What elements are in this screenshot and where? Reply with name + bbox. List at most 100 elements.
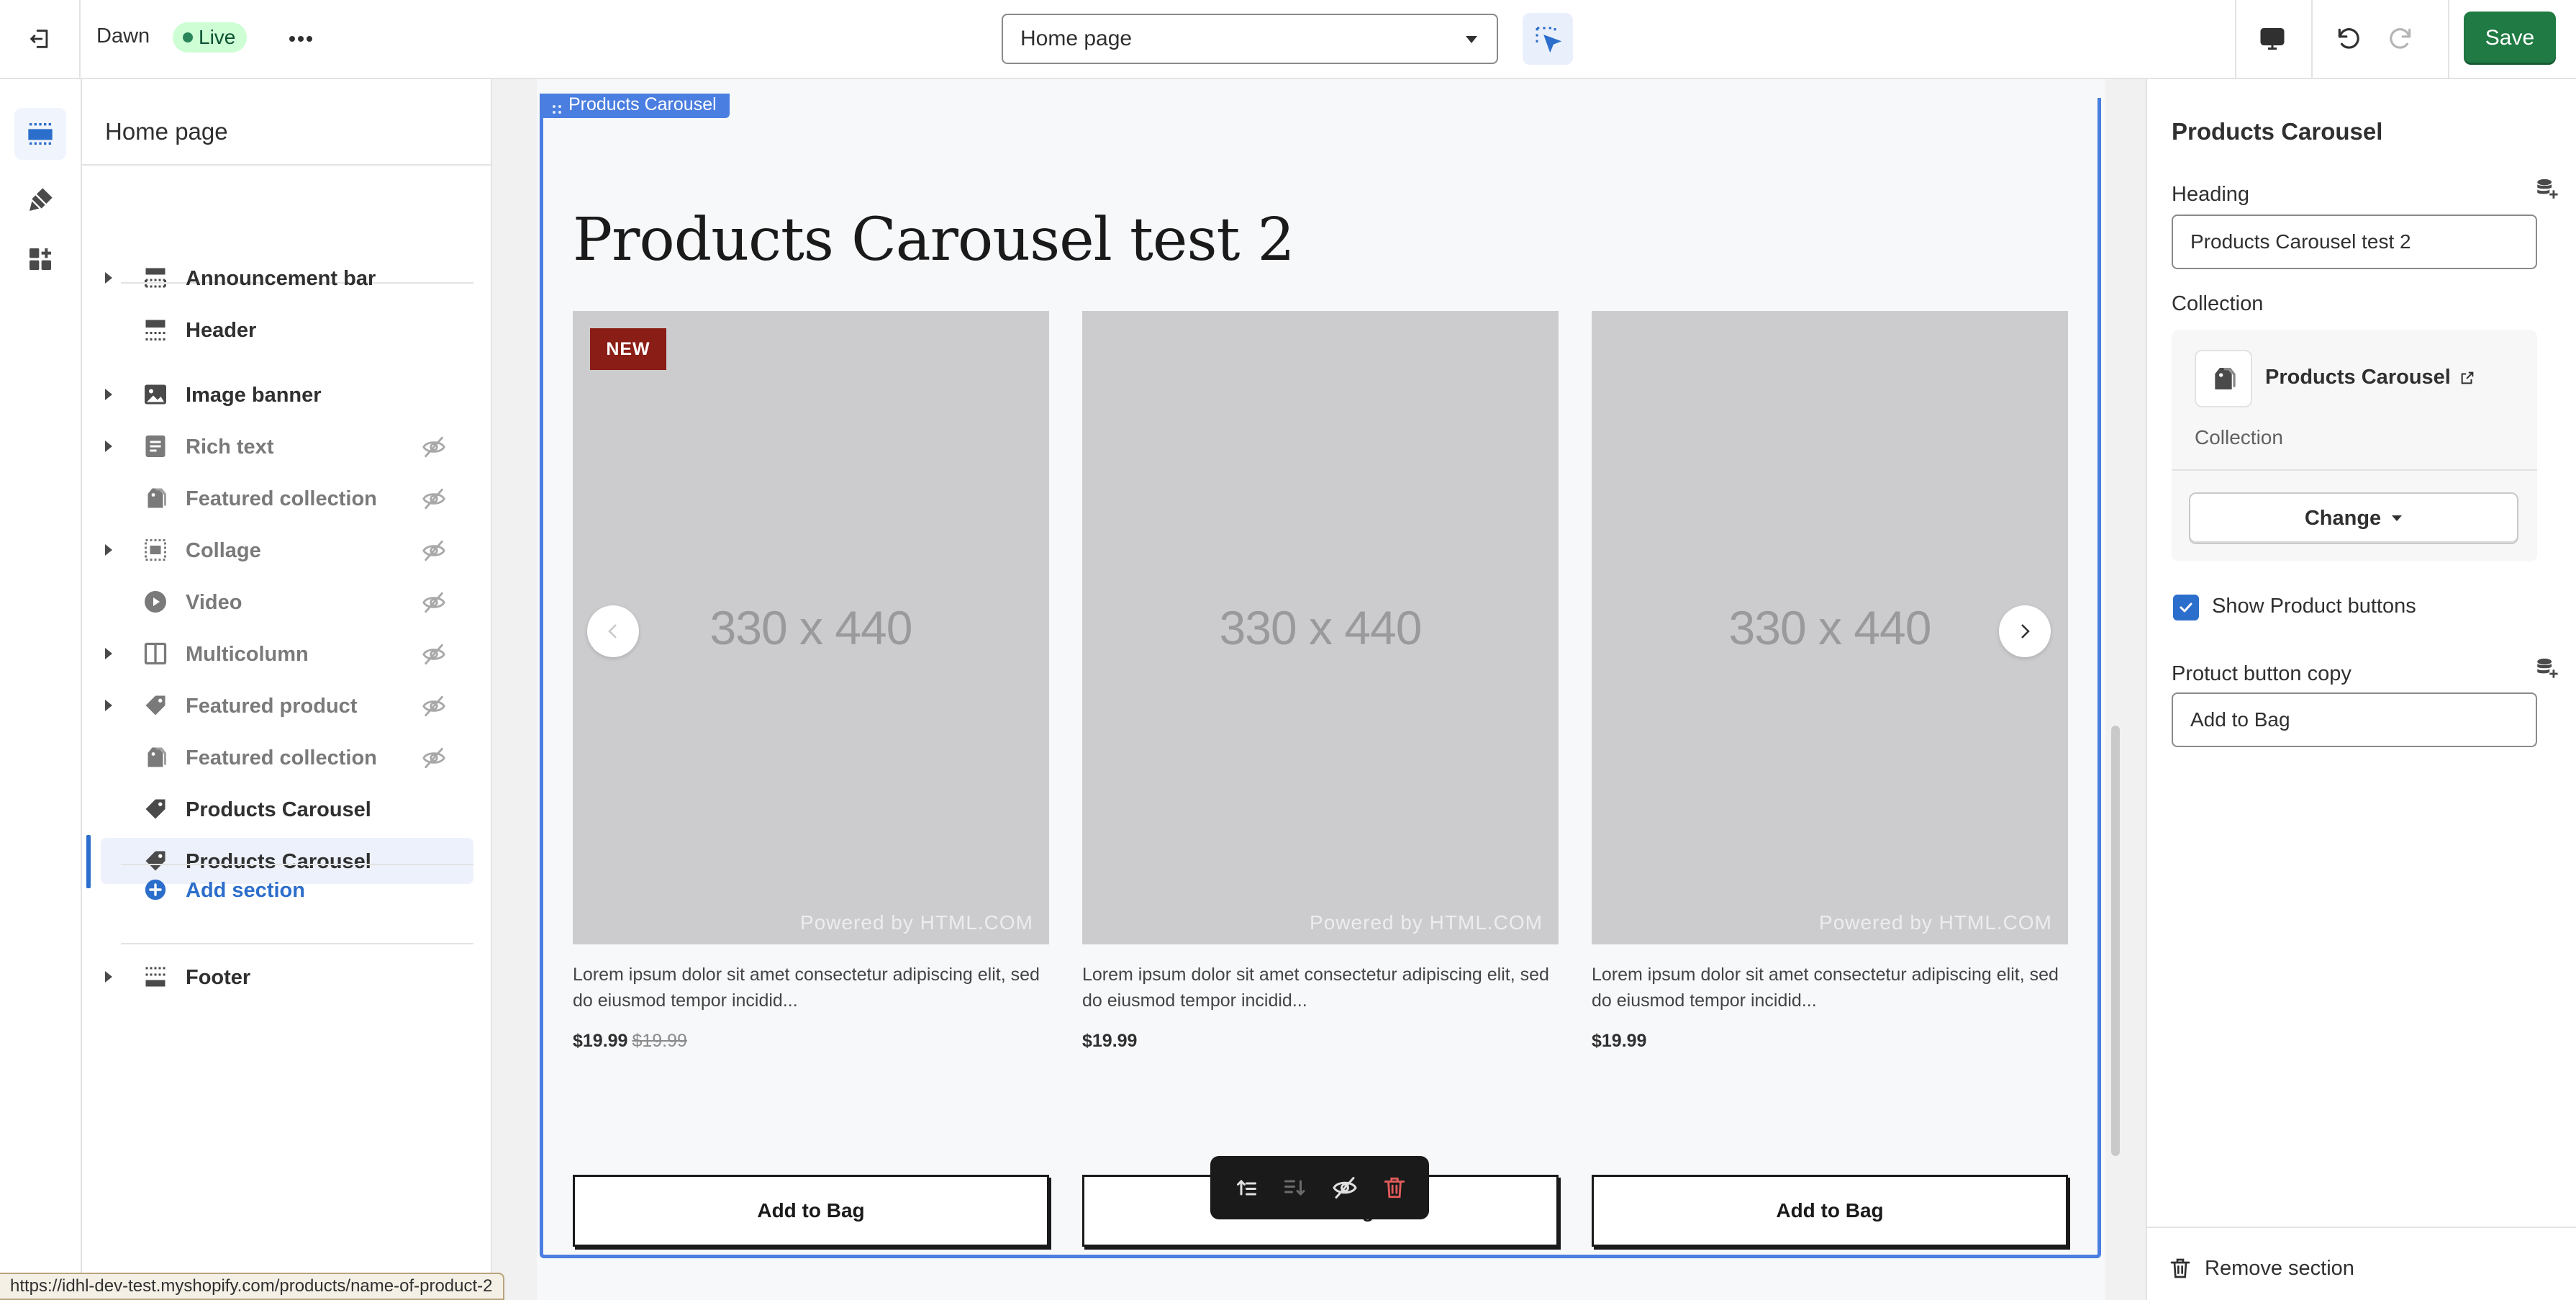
selected-section-tag-label: Products Carousel [568,94,717,114]
header-icon [142,317,168,343]
delete-section-button[interactable] [1374,1168,1415,1208]
powered-by-text: Powered by HTML.COM [800,911,1033,934]
eye-off-icon[interactable] [422,694,446,718]
move-up-icon [1236,1179,1256,1196]
product-image-placeholder[interactable]: 330 x 440 Powered by HTML.COM NEW [573,311,1049,944]
chevron-right-icon[interactable] [104,271,114,285]
eye-off-icon[interactable] [422,435,446,459]
remove-section-button[interactable]: Remove section [2169,1250,2354,1287]
save-button[interactable]: Save [2464,12,2556,65]
selected-section-tag[interactable]: Products Carousel [540,94,730,118]
sections-icon [28,123,53,145]
eye-off-icon[interactable] [422,590,446,615]
section-item[interactable]: Featured product [101,682,473,728]
tag-icon [142,692,168,718]
powered-by-text: Powered by HTML.COM [1819,911,2052,934]
drag-handle-icon [551,104,563,115]
dynamic-source-icon[interactable] [2534,177,2559,202]
button-copy-label: Protuct button copy [2172,662,2351,685]
section-item[interactable]: Products Carousel [101,786,473,832]
price-value: $19.99 [1592,1031,1647,1051]
show-product-buttons-label[interactable]: Show Product buttons [2212,595,2416,618]
product-card[interactable]: 330 x 440 Powered by HTML.COM Lorem ipsu… [1082,311,1559,1247]
divider [2448,0,2449,78]
sections-tab[interactable] [14,108,66,160]
product-price: $19.99 [1592,1031,2068,1057]
add-to-bag-button[interactable]: Add to Bag [573,1175,1049,1247]
change-collection-button[interactable]: Change [2189,492,2518,544]
theme-settings-tab[interactable] [14,174,66,226]
chevron-right-icon[interactable] [104,646,114,661]
move-up-button[interactable] [1225,1168,1266,1208]
placeholder-dimensions: 330 x 440 [1728,601,1932,654]
sidebar-title: Home page [105,118,228,145]
chevron-right-icon[interactable] [104,439,114,453]
exit-button[interactable] [0,0,81,78]
placeholder-dimensions: 330 x 440 [1219,601,1423,654]
chevron-right-icon[interactable] [104,387,114,402]
redo-button[interactable] [2380,19,2421,59]
section-item[interactable]: Video [101,579,473,625]
product-image-placeholder[interactable]: 330 x 440 Powered by HTML.COM [1082,311,1559,944]
preview-scrollbar[interactable] [2111,726,2120,1156]
trash-icon [1384,1177,1405,1199]
chevron-right-icon [2021,624,2030,638]
exit-icon [30,30,48,48]
show-product-buttons-checkbox[interactable] [2173,595,2199,620]
button-copy-input[interactable]: Add to Bag [2172,692,2537,747]
app-embeds-tab[interactable] [14,233,66,285]
section-item[interactable]: Featured collection [101,734,473,780]
section-item-footer[interactable]: Footer [101,954,473,1000]
product-card[interactable]: 330 x 440 Powered by HTML.COM Lorem ipsu… [1592,311,2068,1247]
carousel-next-button[interactable] [1999,605,2051,657]
page-selector[interactable]: Home page [1002,14,1498,64]
section-item[interactable]: Header [101,307,473,353]
paintbrush-icon [30,188,53,211]
hide-section-button[interactable] [1325,1168,1365,1208]
eye-off-icon[interactable] [422,487,446,511]
inspector-toggle-button[interactable] [1523,13,1573,65]
dynamic-source-icon[interactable] [2534,656,2559,681]
move-down-button[interactable] [1275,1168,1315,1208]
more-actions-button[interactable] [282,20,319,58]
section-item[interactable]: Collage [101,527,473,573]
section-label: Featured collection [186,746,377,769]
chevron-right-icon [105,971,112,983]
add-circle-icon [142,877,168,903]
carousel-prev-button[interactable] [587,605,639,657]
checkmark-icon [2180,602,2192,613]
collection-icon [142,744,168,770]
compare-price: $19.99 [632,1031,687,1051]
image-icon [142,382,168,407]
section-item[interactable]: Rich text [101,423,473,469]
device-preview-button[interactable] [2252,20,2292,58]
product-description: Lorem ipsum dolor sit amet consectetur a… [1082,965,1549,1011]
section-label: Products Carousel [186,798,371,821]
undo-button[interactable] [2328,19,2369,59]
more-horizontal-icon [289,36,312,42]
product-image-placeholder[interactable]: 330 x 440 Powered by HTML.COM [1592,311,2068,944]
new-badge: NEW [590,328,666,370]
carousel-heading[interactable]: Products Carousel test 2 [573,206,1295,274]
chevron-right-icon[interactable] [104,698,114,713]
section-item[interactable]: Image banner [101,371,473,417]
add-section-button[interactable]: Add section [101,867,473,913]
section-item[interactable]: Multicolumn [101,631,473,677]
divider [2147,1227,2576,1228]
section-item[interactable]: Announcement bar [101,255,473,301]
collection-icon [142,485,168,511]
collection-name-link[interactable]: Products Carousel [2265,366,2475,389]
eye-off-icon[interactable] [422,538,446,563]
collection-thumbnail [2195,350,2252,407]
chevron-left-icon [608,624,617,638]
heading-input[interactable]: Products Carousel test 2 [2172,215,2537,269]
chevron-right-icon[interactable] [104,543,114,557]
eye-off-icon[interactable] [422,746,446,770]
heading-label: Heading [2172,183,2250,206]
product-card[interactable]: 330 x 440 Powered by HTML.COM NEW Lorem … [573,311,1049,1247]
eye-off-icon[interactable] [422,642,446,667]
add-to-bag-button[interactable]: Add to Bag [1592,1175,2068,1247]
text-icon [142,433,168,459]
section-item[interactable]: Featured collection [101,475,473,521]
product-price: $19.99 [1082,1031,1559,1057]
